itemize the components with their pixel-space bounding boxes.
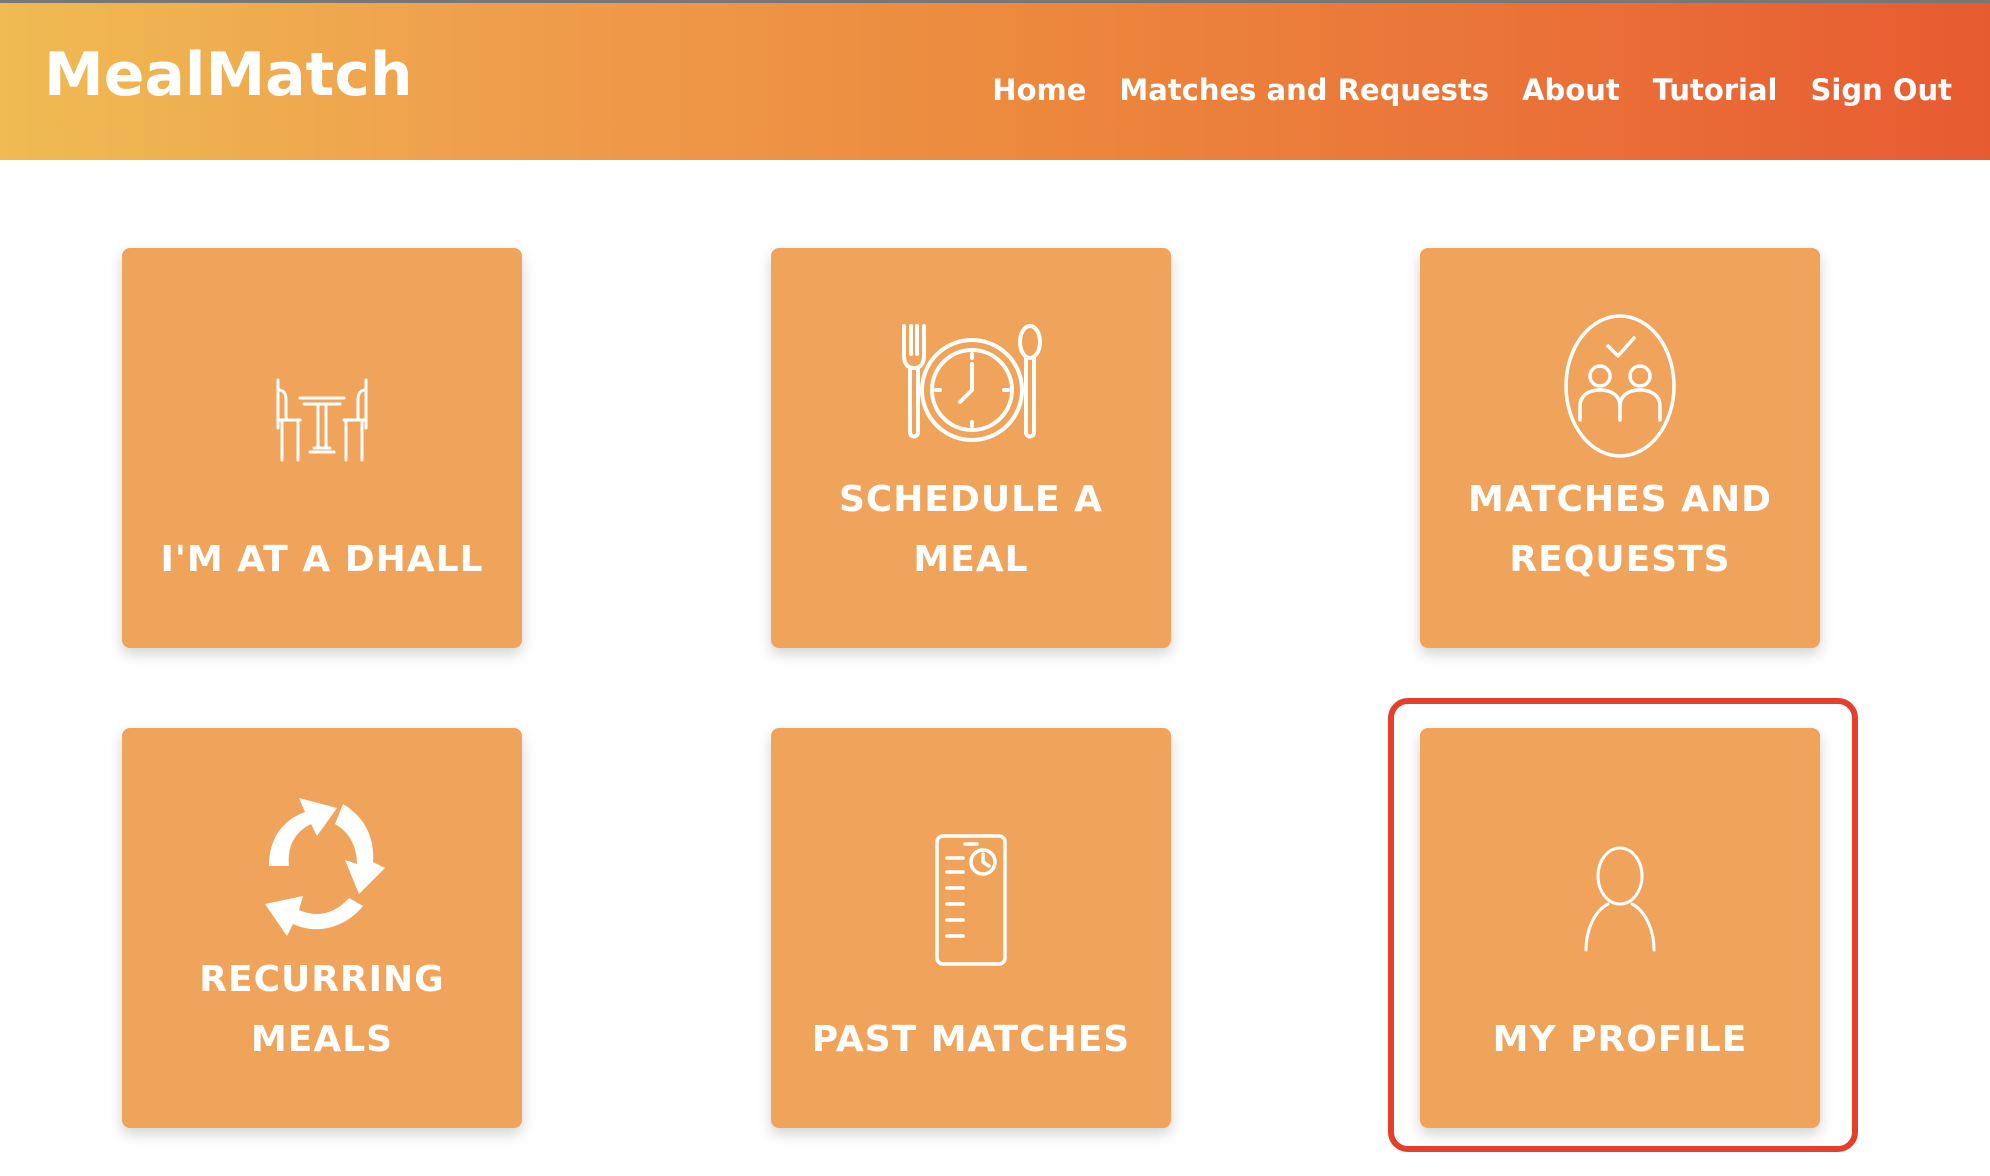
tile-label: I'M AT A DHALL bbox=[160, 539, 484, 580]
dining-table-icon bbox=[122, 376, 522, 464]
tile-past-matches[interactable]: PAST MATCHES bbox=[771, 728, 1171, 1128]
tile-schedule-meal[interactable]: SCHEDULE A MEAL bbox=[771, 248, 1171, 648]
main-nav: Home Matches and Requests About Tutorial… bbox=[992, 73, 1952, 108]
recycle-arrows-icon bbox=[122, 774, 522, 946]
plate-clock-icon bbox=[771, 320, 1171, 454]
brand-logo[interactable]: MealMatch bbox=[44, 45, 413, 105]
nav-about[interactable]: About bbox=[1522, 73, 1620, 108]
tile-recurring-meals[interactable]: RECURRING MEALS bbox=[122, 728, 522, 1128]
nav-tutorial[interactable]: Tutorial bbox=[1653, 73, 1778, 108]
tile-matches-requests[interactable]: MATCHES AND REQUESTS bbox=[1420, 248, 1820, 648]
user-icon bbox=[1420, 844, 1820, 954]
tile-label: RECURRING MEALS bbox=[199, 959, 445, 1060]
nav-sign-out[interactable]: Sign Out bbox=[1811, 73, 1953, 108]
history-list-icon bbox=[771, 832, 1171, 968]
nav-matches-requests[interactable]: Matches and Requests bbox=[1119, 73, 1489, 108]
tile-my-profile[interactable]: MY PROFILE bbox=[1420, 728, 1820, 1128]
tile-label: MATCHES AND REQUESTS bbox=[1468, 479, 1772, 580]
nav-home[interactable]: Home bbox=[992, 73, 1086, 108]
people-check-icon bbox=[1420, 312, 1820, 460]
top-nav-bar: MealMatch Home Matches and Requests Abou… bbox=[0, 0, 1990, 160]
tile-at-dhall[interactable]: I'M AT A DHALL bbox=[122, 248, 522, 648]
tile-label: SCHEDULE A MEAL bbox=[838, 479, 1104, 580]
tile-label: PAST MATCHES bbox=[811, 1019, 1131, 1060]
tile-label: MY PROFILE bbox=[1492, 1019, 1748, 1060]
